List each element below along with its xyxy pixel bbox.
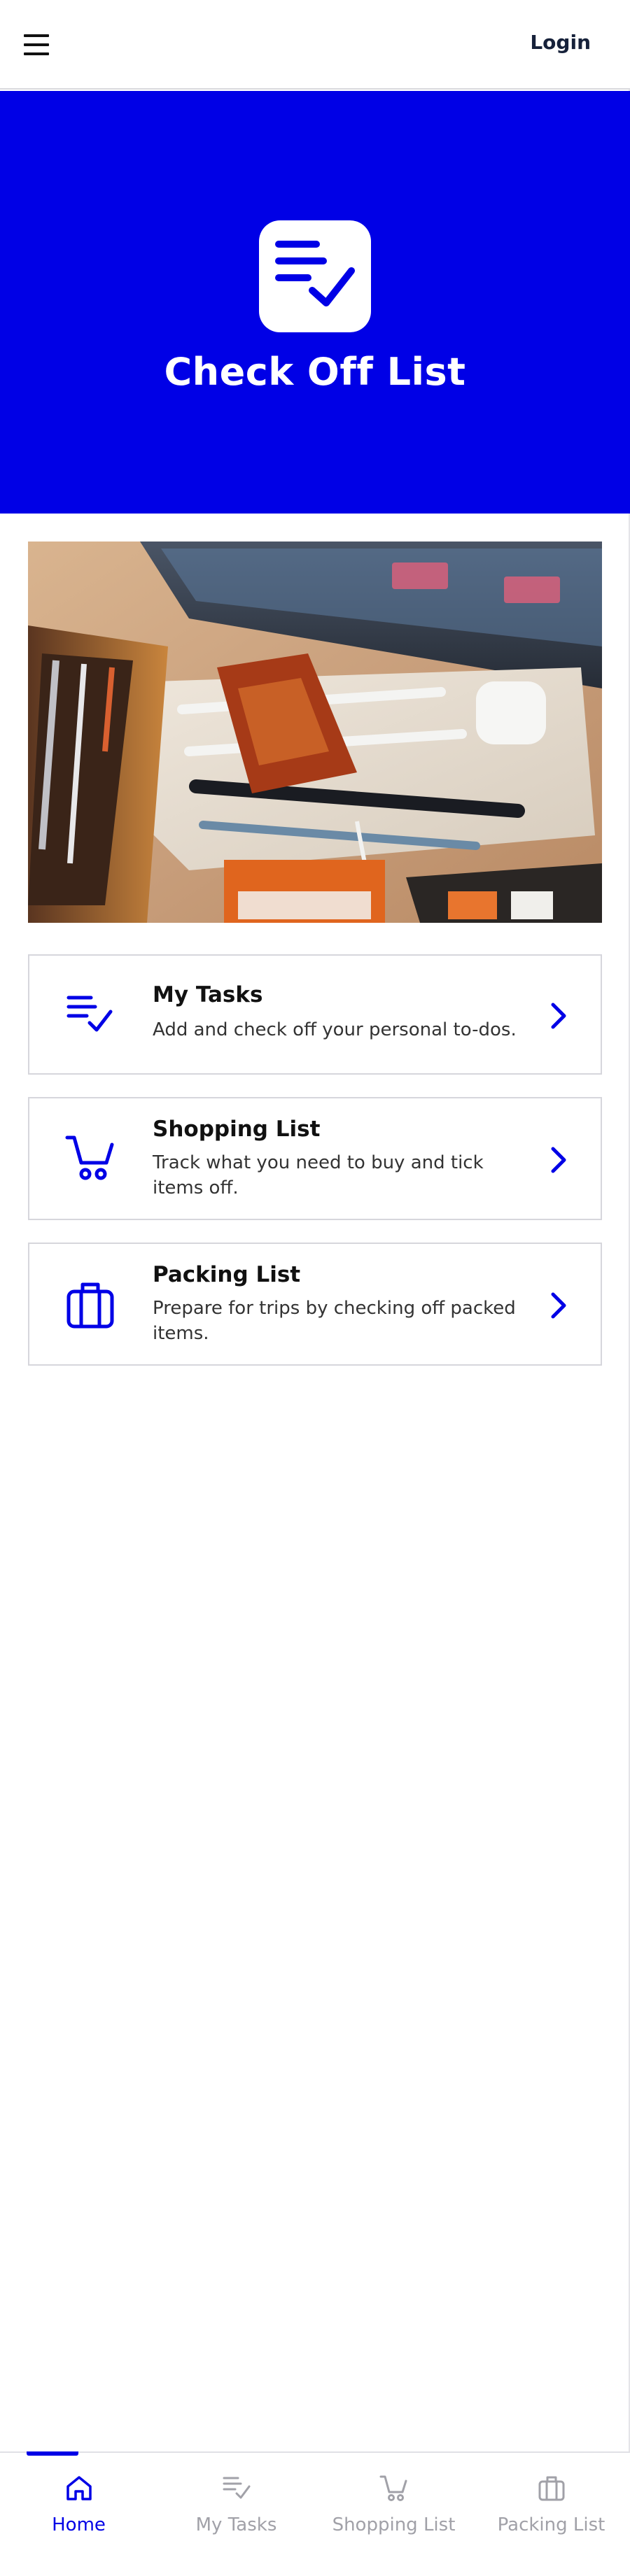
chevron-right-icon: [551, 1292, 566, 1319]
card-my-tasks[interactable]: My Tasks Add and check off your personal…: [28, 954, 602, 1075]
nav-item-shopping-list[interactable]: Shopping List: [315, 2453, 472, 2576]
card-title: Shopping List: [153, 1117, 321, 1142]
checklist-icon: [223, 2477, 250, 2499]
card-description: Track what you need to buy and tick item…: [153, 1152, 484, 1198]
nav-label: Home: [52, 2514, 106, 2535]
nav-label: Packing List: [497, 2514, 606, 2535]
nav-item-packing-list[interactable]: Packing List: [472, 2453, 630, 2576]
checklist-icon: [66, 996, 113, 1032]
shopping-cart-icon: [379, 2475, 407, 2501]
chevron-right-icon: [551, 1003, 566, 1029]
menu-line: [24, 34, 49, 37]
hamburger-menu-icon[interactable]: [21, 28, 57, 62]
bottom-navigation: Home My Tasks Shopping List Packing List: [0, 2451, 630, 2576]
desk-photo: [28, 542, 602, 923]
top-app-bar: Login: [0, 0, 630, 90]
chevron-right-icon: [551, 1147, 566, 1173]
suitcase-icon: [66, 1282, 114, 1329]
card-description: Add and check off your personal to-dos.: [153, 1019, 517, 1040]
nav-label: My Tasks: [195, 2514, 277, 2535]
hero-photo: [28, 542, 602, 923]
card-title: My Tasks: [153, 982, 263, 1007]
login-link[interactable]: Login: [530, 31, 591, 54]
nav-item-my-tasks[interactable]: My Tasks: [158, 2453, 315, 2576]
hero-banner: Check Off List: [0, 91, 630, 514]
nav-label: Shopping List: [332, 2514, 456, 2535]
active-tab-indicator: [27, 2451, 78, 2456]
app-logo: [259, 220, 371, 332]
menu-line: [24, 43, 49, 46]
card-packing-list[interactable]: Packing List Prepare for trips by checki…: [28, 1243, 602, 1366]
home-icon: [66, 2476, 92, 2500]
card-shopping-list[interactable]: Shopping List Track what you need to buy…: [28, 1097, 602, 1220]
card-title: Packing List: [153, 1262, 301, 1287]
checklist-icon: [275, 241, 355, 306]
shopping-cart-icon: [65, 1135, 114, 1180]
nav-item-home[interactable]: Home: [0, 2451, 158, 2576]
suitcase-icon: [538, 2476, 564, 2501]
menu-line: [24, 52, 49, 55]
app-title: Check Off List: [164, 350, 466, 394]
card-description: Prepare for trips by checking off packed…: [153, 1298, 516, 1344]
